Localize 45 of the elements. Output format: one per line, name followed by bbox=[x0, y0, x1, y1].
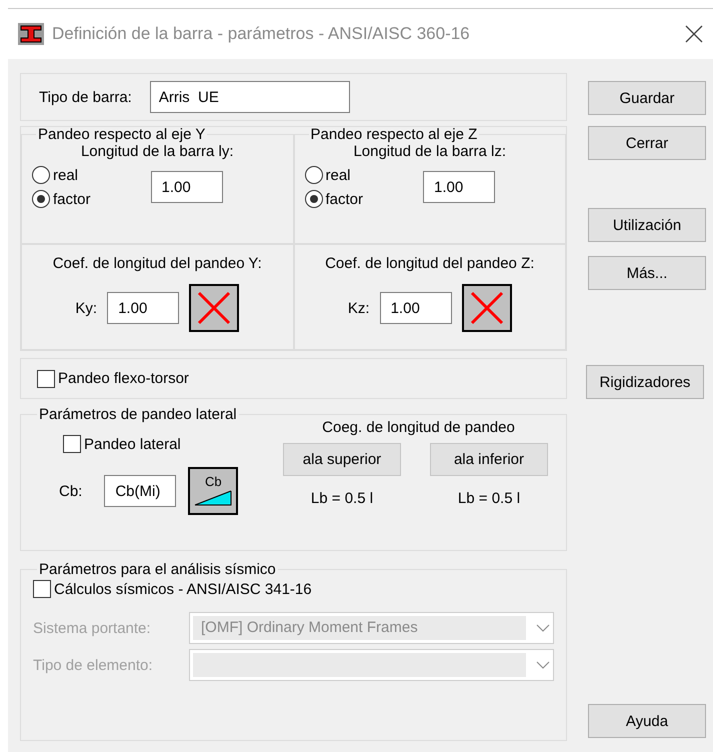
field-label: Tipo de elemento: bbox=[33, 656, 154, 674]
radio-option[interactable]: factor bbox=[32, 190, 91, 208]
flexural-torsional-checkbox[interactable]: Pandeo flexo-torsor bbox=[37, 370, 189, 388]
dialog-button[interactable]: Utilización bbox=[588, 208, 706, 242]
group-title: Pandeo respecto al eje Y bbox=[37, 126, 206, 143]
radio-option[interactable]: factor bbox=[304, 190, 364, 208]
delete-button[interactable] bbox=[462, 284, 512, 332]
dialog-button[interactable]: Ayuda bbox=[588, 704, 706, 738]
flange-button[interactable]: ala inferior bbox=[430, 443, 548, 476]
radio-option[interactable]: real bbox=[32, 166, 91, 184]
k-label: Ky: bbox=[75, 300, 98, 316]
length-coefficient-label: Coeg. de longitud de pandeo bbox=[321, 419, 516, 436]
field-label: Sistema portante: bbox=[33, 620, 152, 636]
dialog-button[interactable]: Rigidizadores bbox=[586, 365, 704, 399]
coefficient-label: Coef. de longitud del pandeo Z: bbox=[324, 255, 536, 272]
coefficient-label: Coef. de longitud del pandeo Y: bbox=[52, 255, 263, 272]
cb-field[interactable]: Cb(Mi) bbox=[104, 475, 176, 507]
delete-button[interactable] bbox=[189, 284, 240, 332]
cb-label: Cb: bbox=[59, 482, 82, 500]
length-label: Longitud de la barra lz: bbox=[352, 143, 508, 160]
dialog-button[interactable]: Guardar bbox=[588, 81, 706, 115]
k-field[interactable]: 1.00 bbox=[380, 292, 452, 324]
member-type-label: Tipo de barra: bbox=[39, 88, 132, 106]
factor-field[interactable]: 1.00 bbox=[423, 171, 496, 203]
length-label: Longitud de la barra ly: bbox=[80, 143, 235, 160]
lb-reading: Lb = 0.5 l bbox=[458, 490, 520, 507]
window-title: Definición de la barra - parámetros - ANSI/AISC 360-16 bbox=[52, 24, 470, 44]
flange-button[interactable]: ala superior bbox=[283, 443, 401, 476]
k-label: Kz: bbox=[348, 300, 370, 316]
radio-option[interactable]: real bbox=[304, 166, 364, 184]
seismic-checkbox[interactable]: Cálculos sísmicos - ANSI/AISC 341-16 bbox=[33, 580, 312, 598]
dialog-button[interactable]: Cerrar bbox=[588, 126, 706, 160]
triangle-diagram-icon bbox=[193, 489, 234, 507]
k-field[interactable]: 1.00 bbox=[107, 292, 180, 324]
dialog-button[interactable]: Más... bbox=[588, 256, 706, 290]
steel-beam-icon bbox=[18, 23, 44, 45]
group-title: Parámetros para el análisis sísmico bbox=[38, 561, 277, 578]
factor-field[interactable]: 1.00 bbox=[150, 171, 223, 203]
lb-reading: Lb = 0.5 l bbox=[310, 490, 374, 507]
lateral-buckling-checkbox[interactable]: Pandeo lateral bbox=[63, 435, 181, 453]
close-icon[interactable] bbox=[685, 25, 703, 43]
group-title: Parámetros de pandeo lateral bbox=[38, 406, 238, 423]
group-title: Pandeo respecto al eje Z bbox=[310, 126, 478, 143]
moment-diagram-button[interactable]: Cb bbox=[188, 467, 238, 515]
member-type-field[interactable]: Arris UE bbox=[150, 81, 350, 113]
